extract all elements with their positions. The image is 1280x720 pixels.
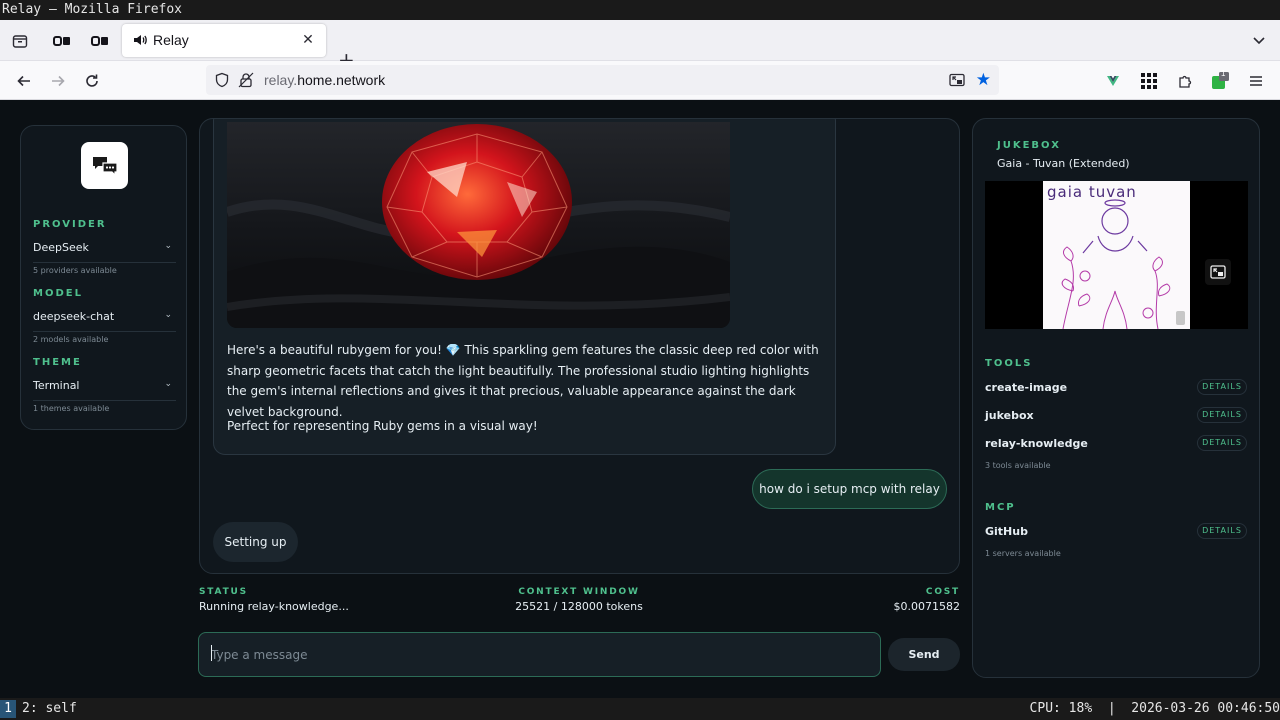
tools-sidebar: JUKEBOX Gaia - Tuvan (Extended) gaia tuv… [972,118,1260,678]
context-label: CONTEXT WINDOW [518,587,640,597]
theme-value: Terminal [33,379,80,392]
mcp-title: MCP [985,502,1016,513]
reload-icon[interactable] [82,71,102,91]
menu-icon[interactable] [1246,71,1266,91]
status-label: STATUS [199,587,248,597]
send-button[interactable]: Send [888,638,960,671]
assistant-text-1: Here's a beautiful rubygem for you! 💎 Th… [227,343,819,419]
apps-grid-icon[interactable] [1139,71,1159,91]
relay-app: PROVIDER DeepSeek ⌄ 5 providers availabl… [0,100,1280,698]
assistant-text-2: Perfect for representing Ruby gems in a … [227,419,538,433]
extension-vue-icon[interactable] [1103,71,1123,91]
tab-relay[interactable]: Relay ✕ [122,24,326,57]
browser-tab-strip: Relay ✕ + [0,20,1280,70]
pinned-tab-icon[interactable] [52,31,72,51]
address-bar[interactable]: relay.home.network ★ [206,65,999,95]
model-value: deepseek-chat [33,310,115,323]
speaker-icon[interactable] [132,32,148,48]
chevron-down-icon: ⌄ [164,379,172,389]
jukebox-player[interactable]: gaia tuvan [985,181,1248,329]
text-caret [211,645,212,661]
status-section: STATUS Running relay-knowledge... [199,587,349,613]
provider-hint: 5 providers available [33,266,117,275]
window-title: Relay — Mozilla Firefox [0,0,1280,20]
mcp-server-row-github: GitHub DETAILS [985,523,1247,543]
tool-name: jukebox [985,409,1034,422]
tool-name: create-image [985,381,1068,394]
bookmark-star-icon[interactable]: ★ [976,70,991,90]
relay-logo-icon [81,142,128,189]
system-info: CPU: 18% | 2026-03-26 00:46:50 [1029,701,1280,716]
firefox-view-icon[interactable] [10,31,30,51]
chat-thread[interactable]: Here's a beautiful rubygem for you! 💎 Th… [199,118,960,574]
model-title: MODEL [33,288,83,299]
provider-value: DeepSeek [33,241,89,254]
tool-name: relay-knowledge [985,437,1088,450]
provider-title: PROVIDER [33,219,107,230]
server-name: GitHub [985,525,1028,538]
extension-badge-count: 1 [1221,69,1226,78]
extension-badge-icon[interactable]: 1 [1210,69,1230,91]
workspace-label[interactable]: 2: self [22,698,77,720]
theme-title: THEME [33,357,82,368]
chevron-down-icon: ⌄ [164,310,172,320]
extensions-puzzle-icon[interactable] [1175,71,1195,91]
picture-in-picture-icon[interactable] [1205,259,1231,285]
status-value: Running relay-knowledge... [199,600,349,613]
ruby-gem-image [227,122,730,328]
browser-nav-bar: relay.home.network ★ 1 [0,61,1280,100]
url-domain: home.network [297,72,386,88]
chevron-down-icon: ⌄ [164,241,172,251]
tool-details-button[interactable]: DETAILS [1197,407,1247,423]
theme-hint: 1 themes available [33,404,110,413]
album-cover-image: gaia tuvan [1043,181,1190,329]
context-value: 25521 / 128000 tokens [515,600,643,613]
pinned-tab-icon[interactable] [90,31,110,51]
message-input[interactable] [211,645,861,665]
tools-title: TOOLS [985,358,1033,369]
os-status-bar: 1 2: self CPU: 18% | 2026-03-26 00:46:50 [0,698,1280,720]
close-tab-icon[interactable]: ✕ [298,30,318,50]
user-message: how do i setup mcp with relay [752,469,947,509]
tool-row-relay-knowledge: relay-knowledge DETAILS [985,435,1247,455]
url-text[interactable]: relay.home.network [264,72,385,88]
tools-hint: 3 tools available [985,461,1051,470]
status-bar: STATUS Running relay-knowledge... CONTEX… [199,587,960,617]
context-window-section: CONTEXT WINDOW 25521 / 128000 tokens [459,587,699,613]
assistant-message: Here's a beautiful rubygem for you! 💎 Th… [213,119,836,455]
settings-sidebar: PROVIDER DeepSeek ⌄ 5 providers availabl… [20,125,187,430]
forward-icon[interactable] [48,71,68,91]
model-select[interactable]: deepseek-chat ⌄ [33,310,176,332]
servers-hint: 1 servers available [985,549,1061,558]
cost-label: COST [925,587,960,597]
tool-details-button[interactable]: DETAILS [1197,379,1247,395]
tool-row-create-image: create-image DETAILS [985,379,1247,399]
jukebox-title: JUKEBOX [997,140,1061,151]
chevron-down-icon[interactable] [1250,31,1268,49]
url-prefix: relay. [264,72,298,88]
cost-section: COST $0.0071582 [894,587,960,613]
lock-icon[interactable] [238,72,254,88]
tool-details-button[interactable]: DETAILS [1197,435,1247,451]
cost-value: $0.0071582 [893,600,960,613]
tool-row-jukebox: jukebox DETAILS [985,407,1247,427]
theme-select[interactable]: Terminal ⌄ [33,379,176,401]
now-playing-title: Gaia - Tuvan (Extended) [997,157,1130,170]
model-hint: 2 models available [33,335,109,344]
workspace-active[interactable]: 1 [0,700,16,718]
server-details-button[interactable]: DETAILS [1197,523,1247,539]
tab-title: Relay [153,32,189,48]
picture-in-picture-icon[interactable] [949,72,965,88]
shield-icon[interactable] [214,72,230,88]
message-input-wrapper [198,632,881,677]
assistant-typing-message: Setting up [213,522,298,562]
album-cover-text: gaia tuvan [1047,183,1137,201]
back-icon[interactable] [14,71,34,91]
provider-select[interactable]: DeepSeek ⌄ [33,241,176,263]
